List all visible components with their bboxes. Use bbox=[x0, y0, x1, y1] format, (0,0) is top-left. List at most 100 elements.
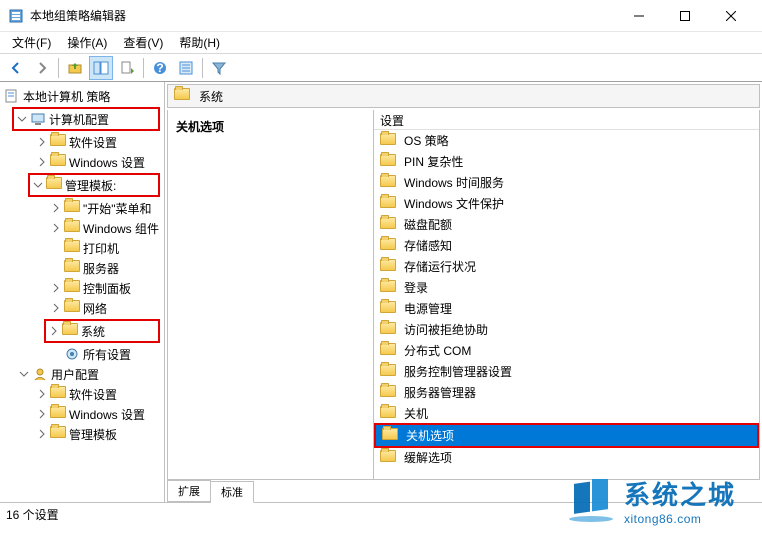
expander-closed-icon[interactable] bbox=[50, 222, 62, 234]
window-title: 本地组策略编辑器 bbox=[30, 7, 616, 24]
properties-button[interactable] bbox=[174, 56, 198, 80]
folder-icon bbox=[64, 220, 80, 236]
expander-closed-icon[interactable] bbox=[36, 136, 48, 148]
list-item[interactable]: 服务器管理器 bbox=[374, 382, 759, 403]
list-item[interactable]: 访问被拒绝协助 bbox=[374, 319, 759, 340]
tree-control-panel[interactable]: 控制面板 bbox=[0, 278, 164, 298]
tree-user-config[interactable]: 用户配置 bbox=[0, 364, 164, 384]
statusbar: 16 个设置 bbox=[0, 502, 762, 526]
minimize-button[interactable] bbox=[616, 1, 662, 31]
nav-forward-button[interactable] bbox=[30, 56, 54, 80]
tab-bar: 扩展 标准 bbox=[167, 480, 760, 502]
maximize-button[interactable] bbox=[662, 1, 708, 31]
description-panel: 关机选项 bbox=[167, 110, 374, 480]
list-item[interactable]: 关机选项 bbox=[376, 425, 757, 446]
list-item[interactable]: PIN 复杂性 bbox=[374, 151, 759, 172]
tree-computer-config[interactable]: 计算机配置 bbox=[14, 109, 158, 129]
tree-label: Windows 组件 bbox=[83, 220, 159, 237]
tree-start-menu[interactable]: "开始"菜单和 bbox=[0, 198, 164, 218]
list-item[interactable]: 电源管理 bbox=[374, 298, 759, 319]
expander-closed-icon[interactable] bbox=[50, 302, 62, 314]
menu-help[interactable]: 帮助(H) bbox=[171, 32, 228, 53]
expander-closed-icon[interactable] bbox=[36, 388, 48, 400]
list-item[interactable]: 分布式 COM bbox=[374, 340, 759, 361]
expander-closed-icon[interactable] bbox=[36, 408, 48, 420]
tree-user-software[interactable]: 软件设置 bbox=[0, 384, 164, 404]
tree-label: 控制面板 bbox=[83, 280, 131, 297]
list-item-label: 登录 bbox=[404, 279, 428, 296]
expander-closed-icon[interactable] bbox=[50, 202, 62, 214]
tab-standard[interactable]: 标准 bbox=[211, 481, 254, 503]
tree-network[interactable]: 网络 bbox=[0, 298, 164, 318]
expander-closed-icon[interactable] bbox=[36, 428, 48, 440]
expander-open-icon[interactable] bbox=[32, 179, 44, 191]
tree-label: 所有设置 bbox=[83, 346, 131, 363]
expander-open-icon[interactable] bbox=[18, 368, 30, 380]
folder-icon bbox=[62, 323, 78, 339]
expander-spacer bbox=[50, 348, 62, 360]
up-level-button[interactable] bbox=[63, 56, 87, 80]
folder-icon bbox=[64, 260, 80, 276]
help-button[interactable]: ? bbox=[148, 56, 172, 80]
folder-icon bbox=[382, 428, 398, 444]
toolbar-separator bbox=[202, 58, 203, 78]
computer-icon bbox=[30, 111, 46, 127]
folder-icon bbox=[50, 386, 66, 402]
tab-extended[interactable]: 扩展 bbox=[167, 480, 211, 502]
list-item[interactable]: 存储运行状况 bbox=[374, 256, 759, 277]
status-count: 16 个设置 bbox=[6, 506, 59, 523]
list-item[interactable]: Windows 时间服务 bbox=[374, 172, 759, 193]
menubar: 文件(F) 操作(A) 查看(V) 帮助(H) bbox=[0, 32, 762, 54]
toolbar: ? bbox=[0, 54, 762, 82]
policy-icon bbox=[4, 88, 20, 104]
tree-windows-components[interactable]: Windows 组件 bbox=[0, 218, 164, 238]
tree-admin-templates[interactable]: 管理模板: bbox=[30, 175, 158, 195]
tree-pane: 本地计算机 策略 计算机配置 软件设置 Windows 设置 管理模板: bbox=[0, 82, 165, 502]
list-item-label: 服务器管理器 bbox=[404, 384, 476, 401]
folder-icon bbox=[380, 301, 396, 317]
folder-icon bbox=[380, 406, 396, 422]
tree-servers[interactable]: 服务器 bbox=[0, 258, 164, 278]
tree-label: 软件设置 bbox=[69, 386, 117, 403]
list-item-label: 关机选项 bbox=[406, 427, 454, 444]
tree-user-windows[interactable]: Windows 设置 bbox=[0, 404, 164, 424]
list-item[interactable]: 服务控制管理器设置 bbox=[374, 361, 759, 382]
tree-label: 软件设置 bbox=[69, 134, 117, 151]
folder-icon bbox=[380, 450, 396, 466]
expander-closed-icon[interactable] bbox=[50, 282, 62, 294]
folder-icon bbox=[380, 175, 396, 191]
main-area: 本地计算机 策略 计算机配置 软件设置 Windows 设置 管理模板: bbox=[0, 82, 762, 502]
list-item-label: 存储感知 bbox=[404, 237, 452, 254]
column-header-settings[interactable]: 设置 bbox=[374, 110, 759, 130]
expander-closed-icon[interactable] bbox=[36, 156, 48, 168]
tree-user-admin[interactable]: 管理模板 bbox=[0, 424, 164, 444]
menu-view[interactable]: 查看(V) bbox=[115, 32, 171, 53]
tree-all-settings[interactable]: 所有设置 bbox=[0, 344, 164, 364]
list-item-label: 分布式 COM bbox=[404, 342, 471, 359]
export-list-button[interactable] bbox=[115, 56, 139, 80]
list-item[interactable]: 关机 bbox=[374, 403, 759, 424]
filter-button[interactable] bbox=[207, 56, 231, 80]
list-item[interactable]: Windows 文件保护 bbox=[374, 193, 759, 214]
tree-root[interactable]: 本地计算机 策略 bbox=[0, 86, 164, 106]
tree-printers[interactable]: 打印机 bbox=[0, 238, 164, 258]
menu-action[interactable]: 操作(A) bbox=[59, 32, 115, 53]
folder-icon bbox=[380, 238, 396, 254]
folder-icon bbox=[380, 259, 396, 275]
tree-software-settings[interactable]: 软件设置 bbox=[0, 132, 164, 152]
menu-file[interactable]: 文件(F) bbox=[4, 32, 59, 53]
tree-windows-settings[interactable]: Windows 设置 bbox=[0, 152, 164, 172]
tree-system[interactable]: 系统 bbox=[46, 321, 158, 341]
settings-list[interactable]: 设置 OS 策略PIN 复杂性Windows 时间服务Windows 文件保护磁… bbox=[374, 110, 760, 480]
show-hide-tree-button[interactable] bbox=[89, 56, 113, 80]
toolbar-separator bbox=[58, 58, 59, 78]
expander-open-icon[interactable] bbox=[16, 113, 28, 125]
nav-back-button[interactable] bbox=[4, 56, 28, 80]
close-button[interactable] bbox=[708, 1, 754, 31]
list-item[interactable]: 磁盘配额 bbox=[374, 214, 759, 235]
list-item[interactable]: 存储感知 bbox=[374, 235, 759, 256]
list-item[interactable]: 登录 bbox=[374, 277, 759, 298]
list-item[interactable]: 缓解选项 bbox=[374, 447, 759, 468]
expander-closed-icon[interactable] bbox=[48, 325, 60, 337]
list-item[interactable]: OS 策略 bbox=[374, 130, 759, 151]
